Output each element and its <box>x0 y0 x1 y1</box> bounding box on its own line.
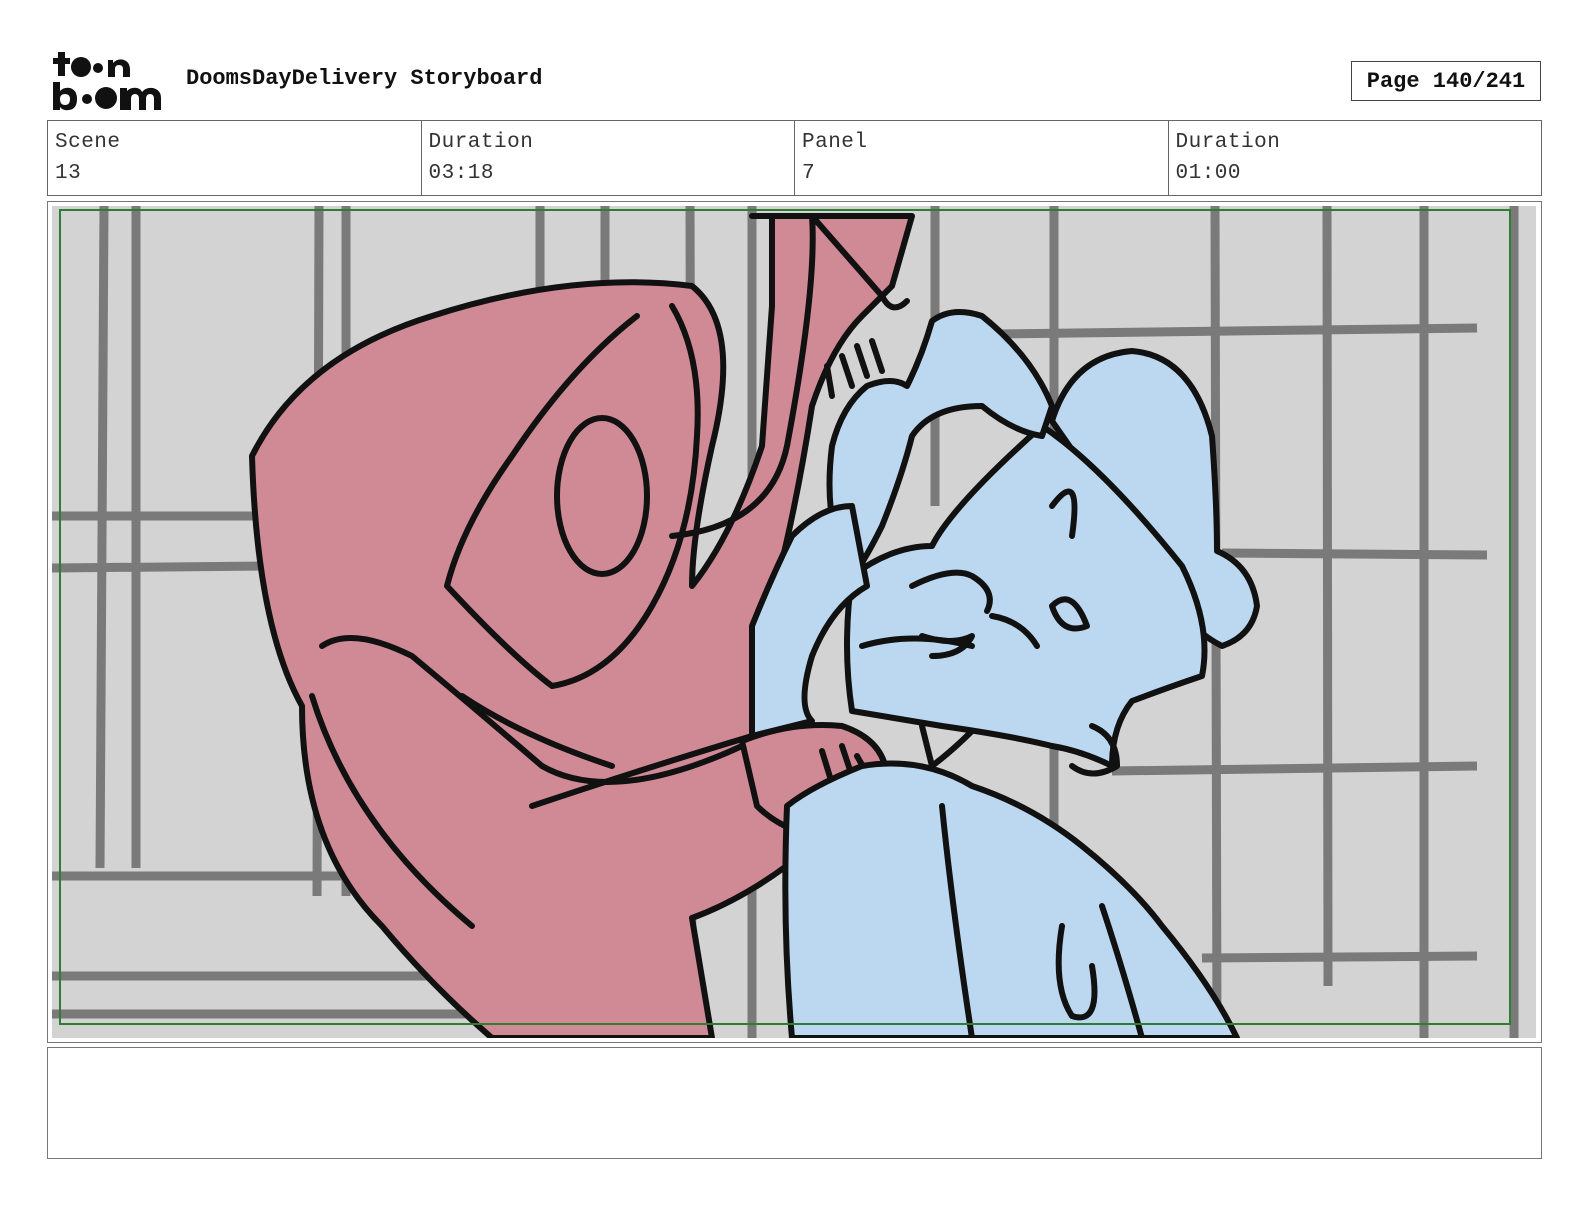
panel-label: Panel <box>802 131 868 154</box>
scene-duration-cell: Duration 03:18 <box>422 121 795 195</box>
document-title: DoomsDayDelivery Storyboard <box>186 66 543 91</box>
scene-info-table: Scene 13 Duration 03:18 Panel 7 Duration… <box>47 120 1542 196</box>
scene-label: Scene <box>55 131 121 154</box>
scene-cell: Scene 13 <box>48 121 422 195</box>
panel-duration-value: 01:00 <box>1175 162 1242 185</box>
panel-notes-box <box>47 1047 1542 1159</box>
scene-duration-label: Duration <box>428 131 534 154</box>
panel-cell: Panel 7 <box>795 121 1169 195</box>
panel-duration-label: Duration <box>1175 131 1281 154</box>
storyboard-panel <box>47 201 1542 1043</box>
panel-duration-cell: Duration 01:00 <box>1169 121 1542 195</box>
panel-drawing <box>52 206 1536 1038</box>
scene-duration-value: 03:18 <box>428 162 495 185</box>
scene-value: 13 <box>55 162 82 185</box>
page-number: Page 140/241 <box>1351 61 1541 101</box>
toon-boom-logo <box>53 52 161 111</box>
panel-value: 7 <box>802 162 816 185</box>
